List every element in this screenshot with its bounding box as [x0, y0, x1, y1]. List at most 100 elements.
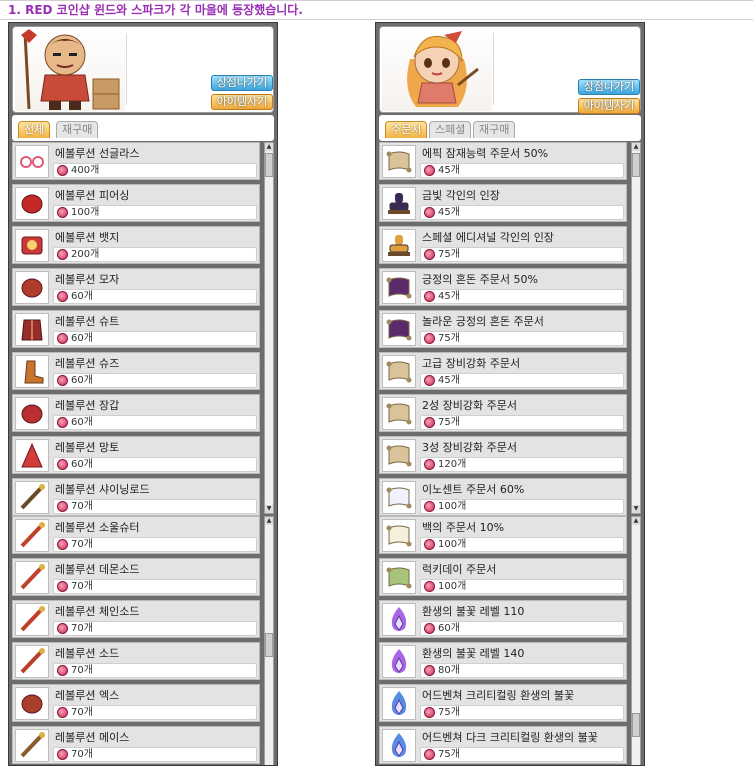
item-price: 70개: [53, 621, 257, 636]
red-coin-icon: [57, 459, 68, 470]
scroll-up-icon[interactable]: ▲: [265, 143, 273, 151]
shop-item-row[interactable]: 에픽 잠재능력 주문서 50% 45개: [379, 142, 627, 180]
shop-item-row[interactable]: 3성 장비강화 주문서 120개: [379, 436, 627, 474]
shop-item-row[interactable]: 긍정의 혼돈 주문서 50% 45개: [379, 268, 627, 306]
scroll-icon: [386, 361, 412, 383]
scrollbar[interactable]: ▲ ▼: [264, 142, 274, 514]
item-name: 어드벤쳐 크리티컬링 환생의 불꽃: [422, 689, 575, 702]
red-coin-icon: [424, 291, 435, 302]
item-price-value: 100개: [438, 581, 467, 592]
red-coin-icon: [424, 665, 435, 676]
shop-item-row[interactable]: 레볼루션 엑스 70개: [12, 684, 260, 722]
shop-item-row[interactable]: 금빛 각인의 인장 45개: [379, 184, 627, 222]
shop-item-row[interactable]: 이노센트 주문서 60% 100개: [379, 478, 627, 516]
npc-divider: [126, 33, 127, 105]
item-icon-box: [15, 519, 49, 552]
item-icon-box: [15, 271, 49, 304]
exit-shop-button[interactable]: 상점나가기: [211, 75, 273, 91]
shop-item-row[interactable]: 놀라운 긍정의 혼돈 주문서 75개: [379, 310, 627, 348]
shop-item-row[interactable]: 레볼루션 슈즈 60개: [12, 352, 260, 390]
shop-item-row[interactable]: 고급 장비강화 주문서 45개: [379, 352, 627, 390]
scroll-thumb[interactable]: [632, 153, 640, 177]
shop-item-row[interactable]: 레볼루션 장갑 60개: [12, 394, 260, 432]
item-name: 레볼루션 슈트: [55, 315, 120, 328]
shop-item-row[interactable]: 에볼루션 피어싱 100개: [12, 184, 260, 222]
scroll-down-icon[interactable]: ▼: [632, 505, 640, 513]
item-price: 75개: [420, 747, 624, 762]
chain-sword-icon: [20, 606, 45, 632]
item-icon-box: [15, 145, 49, 178]
scrollbar[interactable]: ▲ ▼: [631, 142, 641, 514]
shop-item-row[interactable]: 레볼루션 샤이닝로드 70개: [12, 478, 260, 516]
shop-item-row[interactable]: 레볼루션 망토 60개: [12, 436, 260, 474]
scroll-up-icon[interactable]: ▲: [632, 517, 640, 525]
shop-item-row[interactable]: 레볼루션 체인소드 70개: [12, 600, 260, 638]
shop-item-row[interactable]: 레볼루션 데몬소드 70개: [12, 558, 260, 596]
tab-rebuy[interactable]: 재구매: [473, 121, 516, 138]
shop-item-row[interactable]: 환생의 불꽃 레벨 110 60개: [379, 600, 627, 638]
tab-special[interactable]: 스페셜: [429, 121, 472, 138]
tab-all[interactable]: 전체: [18, 121, 51, 138]
item-price: 45개: [420, 289, 624, 304]
shop-item-row[interactable]: 럭키데이 주문서 100개: [379, 558, 627, 596]
chaos-scroll-icon: [386, 319, 412, 341]
shop-item-row[interactable]: 에볼루션 선글라스 400개: [12, 142, 260, 180]
scroll-up-icon[interactable]: ▲: [265, 517, 273, 525]
item-price-value: 60개: [71, 333, 93, 344]
shop-item-row[interactable]: 레볼루션 모자 60개: [12, 268, 260, 306]
shop-item-row[interactable]: 레볼루션 소드 70개: [12, 642, 260, 680]
tab-rebuy[interactable]: 재구매: [56, 121, 99, 138]
item-price-value: 45개: [438, 375, 460, 386]
spark-npc-portrait: [382, 29, 492, 111]
buy-item-button[interactable]: 아이템사기: [578, 98, 640, 114]
scroll-thumb[interactable]: [265, 153, 273, 177]
shop-item-row[interactable]: 환생의 불꽃 레벨 140 80개: [379, 642, 627, 680]
red-coin-icon: [424, 749, 435, 760]
shop-item-row[interactable]: 2성 장비강화 주문서 75개: [379, 394, 627, 432]
demon-sword-icon: [20, 564, 45, 590]
exit-shop-button[interactable]: 상점나가기: [578, 79, 640, 95]
shop-item-row[interactable]: 스페셜 에디셔널 각인의 인장 75개: [379, 226, 627, 264]
shop-item-row[interactable]: 어드벤쳐 다크 크리티컬링 환생의 불꽃 75개: [379, 726, 627, 764]
item-icon-box: [15, 355, 49, 388]
piercing-icon: [21, 194, 43, 214]
red-coin-icon: [424, 249, 435, 260]
innocent-scroll-icon: [386, 487, 412, 509]
shop-item-row[interactable]: 에볼루션 뱃지 200개: [12, 226, 260, 264]
scroll-down-icon[interactable]: ▼: [265, 505, 273, 513]
scrollbar[interactable]: ▲: [631, 516, 641, 765]
red-coin-icon: [424, 623, 435, 634]
shop-item-row[interactable]: 레볼루션 슈트 60개: [12, 310, 260, 348]
item-price-value: 120개: [438, 459, 467, 470]
tab-scrolls[interactable]: 주문서: [385, 121, 428, 138]
item-list-bottom: 레볼루션 소울슈터 70개레볼루션 데몬소드 70개레볼루션 체인소드 70개레볼루션…: [12, 516, 274, 765]
item-name: 레볼루션 엑스: [55, 689, 120, 702]
scroll-up-icon[interactable]: ▲: [632, 143, 640, 151]
item-price-value: 100개: [438, 501, 467, 512]
red-coin-icon: [424, 417, 435, 428]
item-price-value: 400개: [71, 165, 100, 176]
red-coin-icon: [57, 581, 68, 592]
scroll-thumb[interactable]: [632, 713, 640, 737]
item-price: 75개: [420, 705, 624, 720]
scrollbar[interactable]: ▲: [264, 516, 274, 765]
item-name: 럭키데이 주문서: [422, 563, 497, 576]
item-price-value: 70개: [71, 665, 93, 676]
item-name: 에볼루션 뱃지: [55, 231, 120, 244]
npc-divider: [493, 33, 494, 105]
item-price: 60개: [53, 289, 257, 304]
shop-item-row[interactable]: 레볼루션 메이스 70개: [12, 726, 260, 764]
shop-item-row[interactable]: 레볼루션 소울슈터 70개: [12, 516, 260, 554]
item-icon-box: [382, 229, 416, 262]
red-coin-icon: [57, 665, 68, 676]
item-price-value: 75개: [438, 707, 460, 718]
item-icon-box: [15, 729, 49, 762]
shop-item-row[interactable]: 백의 주문서 10% 100개: [379, 516, 627, 554]
item-icon-box: [15, 313, 49, 346]
item-price-value: 70개: [71, 623, 93, 634]
scroll-thumb[interactable]: [265, 633, 273, 657]
item-price: 75개: [420, 247, 624, 262]
item-icon-box: [382, 355, 416, 388]
shop-item-row[interactable]: 어드벤쳐 크리티컬링 환생의 불꽃 75개: [379, 684, 627, 722]
buy-item-button[interactable]: 아이템사기: [211, 94, 273, 110]
